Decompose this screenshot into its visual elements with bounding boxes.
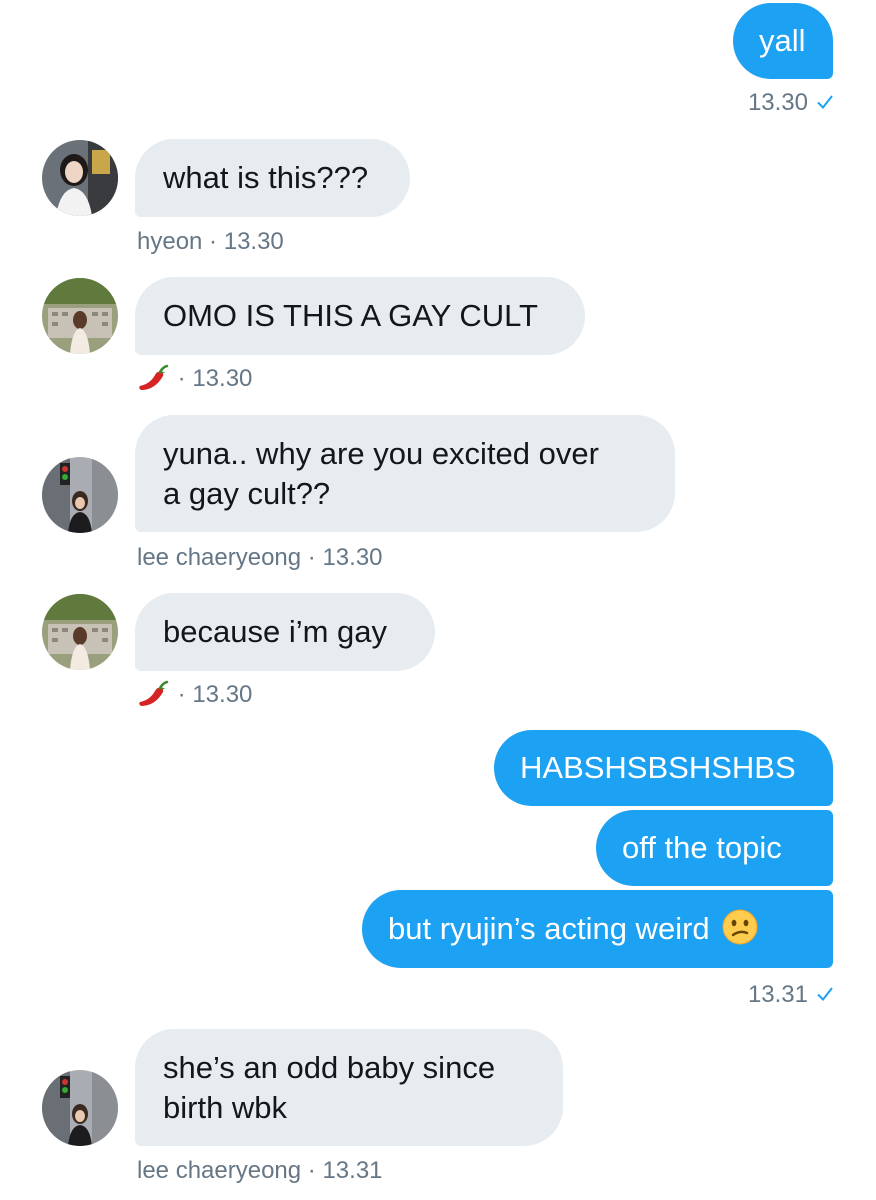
incoming-message[interactable]: yuna.. why are you excited over a gay cu…	[135, 415, 675, 532]
avatar-lee-chaeryeong[interactable]	[42, 1070, 118, 1146]
message-text: OMO IS THIS A GAY CULT	[163, 298, 538, 333]
message-timestamp: 13.31	[748, 980, 834, 1010]
incoming-message[interactable]: what is this???	[135, 139, 410, 217]
avatar-chili[interactable]	[42, 594, 118, 670]
outgoing-message[interactable]: but ryujin’s acting weird	[362, 890, 833, 968]
check-icon	[817, 95, 833, 110]
message-text: because i’m gay	[163, 614, 388, 649]
message-text: HABSHSBSHSHBS	[520, 750, 796, 785]
incoming-message[interactable]: she’s an odd baby since birth wbk	[135, 1029, 563, 1146]
timestamp-text: 13.30	[192, 681, 253, 708]
outgoing-message[interactable]: HABSHSBSHSHBS	[494, 730, 833, 806]
message-sender-meta: · 13.30	[137, 364, 252, 394]
outgoing-message[interactable]: off the topic	[596, 810, 833, 886]
timestamp-text: 13.30	[747, 89, 808, 116]
message-text-line: she’s an odd baby since	[163, 1050, 496, 1085]
message-sender-meta: lee chaeryeong · 13.30	[137, 543, 383, 573]
avatar-lee-chaeryeong[interactable]	[42, 457, 118, 533]
message-sender-meta: · 13.30	[137, 680, 252, 710]
message-text-line: birth wbk	[163, 1090, 288, 1125]
message-text: what is this???	[163, 160, 369, 195]
avatar-hyeon[interactable]	[42, 140, 118, 216]
message-text: but ryujin’s acting weird	[388, 911, 710, 946]
meta-separator: ·	[202, 228, 224, 255]
timestamp-text: 13.31	[747, 981, 808, 1008]
meta-separator: ·	[171, 365, 193, 392]
chili-pepper-icon	[139, 680, 169, 706]
message-text-line: a gay cult??	[163, 476, 331, 511]
sender-name: lee chaeryeong	[137, 1157, 302, 1184]
meta-separator: ·	[171, 681, 193, 708]
timestamp-text: 13.31	[322, 1157, 383, 1184]
outgoing-message[interactable]: yall	[733, 3, 833, 79]
incoming-message[interactable]: because i’m gay	[135, 593, 435, 671]
timestamp-text: 13.30	[192, 365, 253, 392]
message-text: off the topic	[622, 830, 782, 865]
avatar-chili[interactable]	[42, 278, 118, 354]
message-timestamp: 13.30	[748, 88, 834, 118]
message-sender-meta: hyeon · 13.30	[137, 227, 284, 257]
meta-separator: ·	[301, 544, 323, 571]
timestamp-text: 13.30	[322, 544, 383, 571]
chili-pepper-icon	[139, 364, 169, 390]
confused-face-icon	[722, 909, 758, 945]
timestamp-text: 13.30	[223, 228, 284, 255]
check-icon	[817, 987, 833, 1002]
sender-name: hyeon	[137, 228, 203, 255]
meta-separator: ·	[301, 1157, 323, 1184]
message-text-line: yuna.. why are you excited over	[163, 436, 599, 471]
incoming-message[interactable]: OMO IS THIS A GAY CULT	[135, 277, 585, 355]
message-sender-meta: lee chaeryeong · 13.31	[137, 1156, 383, 1186]
message-text: yall	[759, 23, 806, 58]
sender-name: lee chaeryeong	[137, 544, 302, 571]
